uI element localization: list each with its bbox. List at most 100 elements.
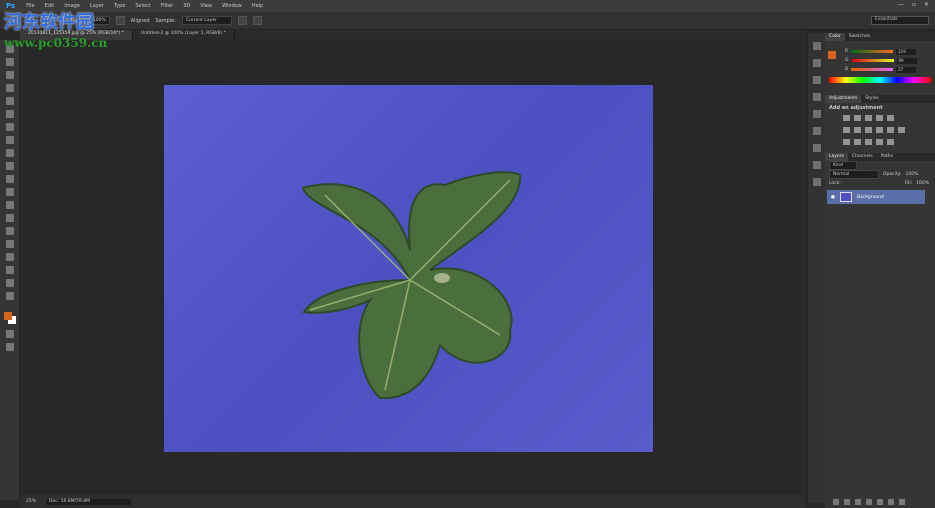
ignore-adjustment-button[interactable] (237, 16, 247, 25)
tab-paths[interactable]: Paths (877, 153, 897, 161)
blend-mode-select[interactable]: Normal (829, 170, 879, 179)
red-value[interactable]: 219 (896, 48, 917, 55)
blur-tool-icon[interactable] (6, 201, 14, 209)
tab-swatches[interactable]: Swatches (845, 33, 875, 41)
minimize-button[interactable]: — (898, 1, 904, 8)
history-brush-tool-icon[interactable] (6, 162, 14, 170)
properties-panel-icon[interactable] (813, 178, 821, 186)
channel-mixer-icon[interactable] (887, 127, 894, 133)
brush-panel-icon[interactable] (813, 93, 821, 101)
posterize-icon[interactable] (854, 139, 861, 145)
red-slider[interactable] (851, 50, 894, 53)
workspace-select[interactable]: Essentials (871, 16, 929, 25)
tab-adjustments[interactable]: Adjustments (825, 95, 862, 103)
quick-select-tool-icon[interactable] (6, 84, 14, 92)
visibility-eye-icon[interactable]: ● (831, 195, 835, 200)
foreground-color-swatch[interactable] (4, 312, 12, 320)
menu-window[interactable]: Window (217, 3, 247, 9)
hue-sat-icon[interactable] (843, 127, 850, 133)
fill-value[interactable]: 100% (916, 181, 935, 186)
curves-icon[interactable] (865, 115, 872, 121)
exposure-icon[interactable] (876, 115, 883, 121)
new-adjustment-icon[interactable] (866, 499, 872, 505)
menu-view[interactable]: View (195, 3, 217, 9)
brush-tool-icon[interactable] (6, 136, 14, 144)
delete-layer-icon[interactable] (899, 499, 905, 505)
gradient-map-icon[interactable] (876, 139, 883, 145)
close-button[interactable]: ✕ (924, 1, 929, 8)
tab-layers[interactable]: Layers (825, 153, 848, 161)
layer-row-background[interactable]: ● Background (827, 190, 925, 204)
menu-filter[interactable]: Filter (156, 3, 178, 9)
document-canvas[interactable] (164, 85, 653, 452)
tab-channels[interactable]: Channels (848, 153, 877, 161)
tab-styles[interactable]: Styles (861, 95, 883, 103)
color-spectrum[interactable] (829, 77, 931, 83)
blue-value[interactable]: 27 (896, 66, 917, 73)
brightness-icon[interactable] (843, 115, 850, 121)
green-slider[interactable] (851, 59, 894, 62)
document-size[interactable]: Doc: 59.8M/59.8M (46, 498, 132, 505)
right-panels: Color Swatches R 219 G 99 B 27 Adjustments … (825, 33, 935, 508)
3d-panel-icon[interactable] (813, 161, 821, 169)
path-select-tool-icon[interactable] (6, 253, 14, 261)
opacity-value[interactable]: 100% (906, 172, 919, 177)
healing-tool-icon[interactable] (6, 123, 14, 131)
bw-icon[interactable] (865, 127, 872, 133)
hand-tool-icon[interactable] (6, 279, 14, 287)
airbrush-button[interactable] (115, 16, 125, 25)
new-layer-icon[interactable] (888, 499, 894, 505)
tab-color[interactable]: Color (825, 33, 845, 41)
pen-tool-icon[interactable] (6, 227, 14, 235)
type-tool-icon[interactable] (6, 240, 14, 248)
add-mask-icon[interactable] (855, 499, 861, 505)
maximize-button[interactable]: ▫ (912, 1, 916, 8)
photo-filter-icon[interactable] (876, 127, 883, 133)
blue-slider[interactable] (851, 68, 894, 71)
aligned-checkbox[interactable]: Aligned (131, 18, 150, 24)
screen-mode-icon[interactable] (6, 343, 14, 351)
pressure-button[interactable] (252, 16, 262, 25)
gradient-tool-icon[interactable] (6, 188, 14, 196)
new-group-icon[interactable] (877, 499, 883, 505)
color-balance-icon[interactable] (854, 127, 861, 133)
zoom-tool-icon[interactable] (6, 292, 14, 300)
history-panel-icon[interactable] (813, 42, 821, 50)
zoom-level[interactable]: 25% (26, 499, 36, 504)
threshold-icon[interactable] (865, 139, 872, 145)
eraser-tool-icon[interactable] (6, 175, 14, 183)
sample-select[interactable]: Current Layer (181, 16, 232, 25)
crop-tool-icon[interactable] (6, 97, 14, 105)
color-panel-foreground-swatch[interactable] (828, 51, 836, 59)
menu-type[interactable]: Type (109, 3, 130, 9)
clone-source-icon[interactable] (813, 110, 821, 118)
menu-3d[interactable]: 3D (178, 3, 195, 9)
color-lookup-icon[interactable] (898, 127, 905, 133)
link-layers-icon[interactable] (833, 499, 839, 505)
info-panel-icon[interactable] (813, 76, 821, 84)
menu-help[interactable]: Help (247, 3, 268, 9)
paragraph-panel-icon[interactable] (813, 144, 821, 152)
color-panel: R 219 G 99 B 27 (825, 47, 935, 95)
invert-icon[interactable] (843, 139, 850, 145)
levels-icon[interactable] (854, 115, 861, 121)
dodge-tool-icon[interactable] (6, 214, 14, 222)
clone-stamp-tool-icon[interactable] (6, 149, 14, 157)
marquee-tool-icon[interactable] (6, 58, 14, 66)
eyedropper-tool-icon[interactable] (6, 110, 14, 118)
selective-color-icon[interactable] (887, 139, 894, 145)
vibrance-icon[interactable] (887, 115, 894, 121)
lasso-tool-icon[interactable] (6, 71, 14, 79)
layer-filter-select[interactable]: Kind (829, 161, 857, 170)
menu-select[interactable]: Select (130, 3, 155, 9)
actions-panel-icon[interactable] (813, 59, 821, 67)
panel-dock (807, 33, 825, 503)
quick-mask-icon[interactable] (6, 330, 14, 338)
shape-tool-icon[interactable] (6, 266, 14, 274)
tools-panel (0, 40, 20, 500)
layer-name[interactable]: Background (857, 195, 884, 200)
tab-document-2[interactable]: Untitled-2 @ 100% (Layer 1, RGB/8) * (133, 30, 235, 40)
green-value[interactable]: 99 (896, 57, 917, 64)
character-panel-icon[interactable] (813, 127, 821, 135)
fx-icon[interactable] (844, 499, 850, 505)
